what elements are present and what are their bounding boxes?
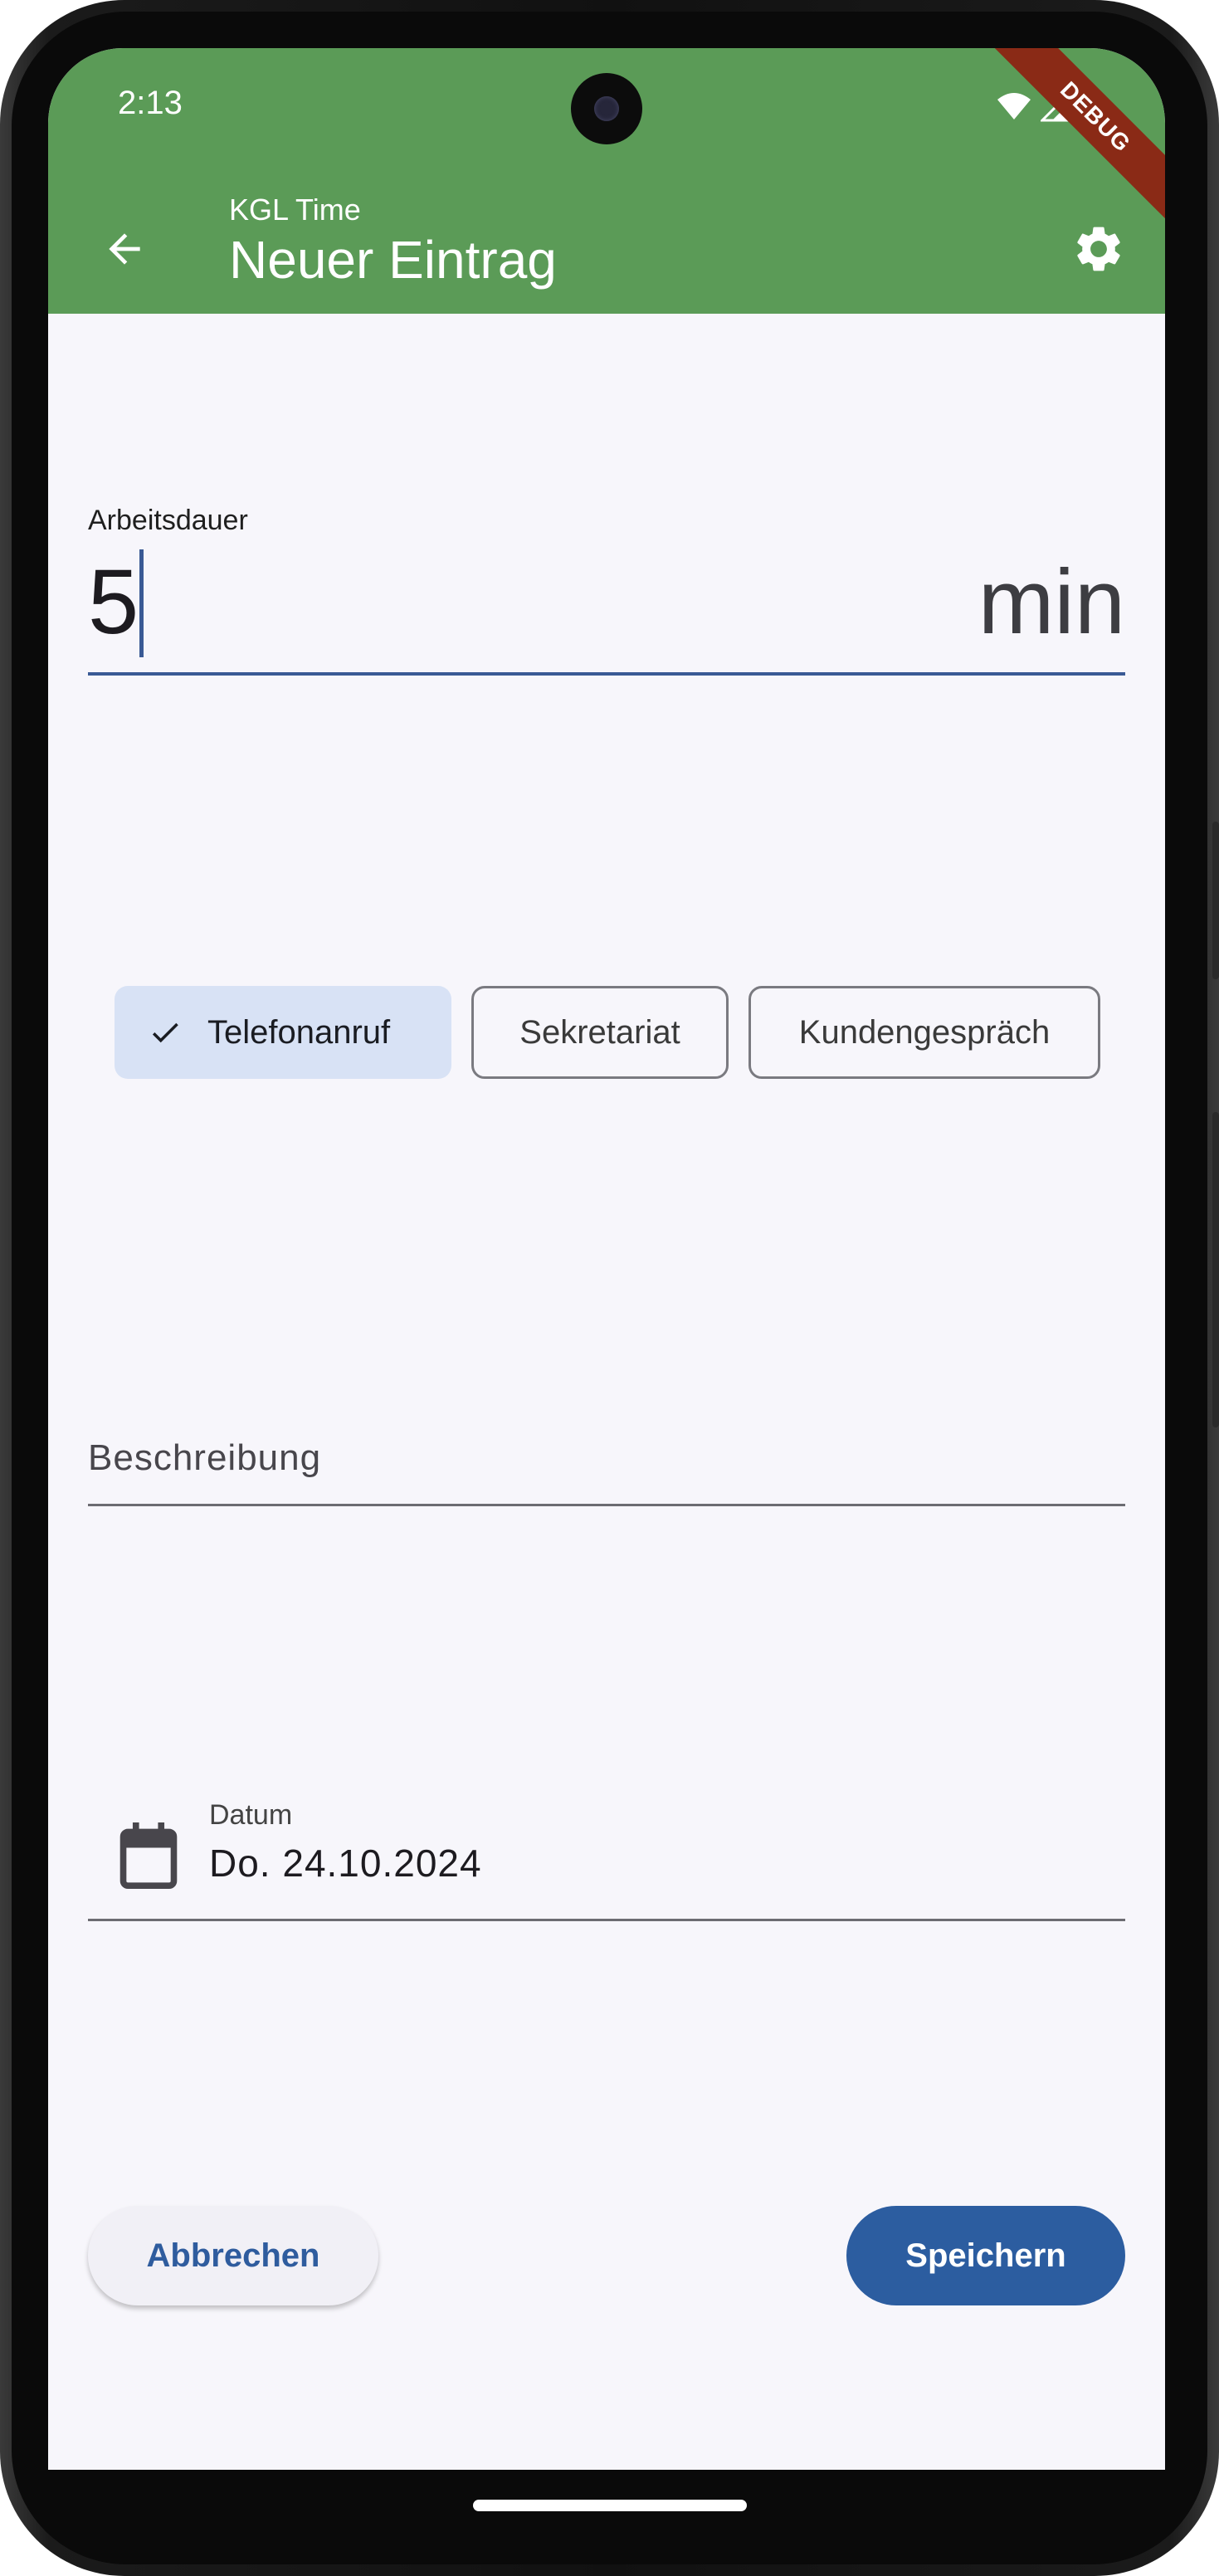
chip-sekretariat[interactable]: Sekretariat [471, 986, 729, 1079]
status-time: 2:13 [118, 85, 183, 121]
app-screen: 2:13 DEBUG KGL Time Neuer Eintrag Arbeit… [48, 48, 1165, 2470]
gear-icon [1077, 227, 1120, 271]
description-underline [88, 1504, 1125, 1506]
save-button[interactable]: Speichern [846, 2206, 1125, 2305]
front-camera [571, 73, 642, 144]
duration-underline [88, 672, 1125, 676]
chip-telefonanruf[interactable]: Telefonanruf [115, 986, 451, 1079]
cancel-button[interactable]: Abbrechen [88, 2206, 378, 2305]
chip-label: Telefonanruf [207, 1013, 391, 1051]
duration-value[interactable]: 5 [88, 546, 139, 659]
chip-kundengespraech[interactable]: Kundengespräch [748, 986, 1100, 1079]
check-icon [148, 1015, 183, 1050]
page-title: Neuer Eintrag [229, 230, 557, 290]
date-label: Datum [209, 1799, 293, 1831]
wifi-icon [997, 93, 1031, 120]
calendar-icon [119, 1822, 178, 1889]
date-underline [88, 1919, 1125, 1921]
app-bar: 2:13 DEBUG KGL Time Neuer Eintrag [48, 48, 1165, 314]
power-button [1212, 1112, 1219, 1427]
chip-label: Sekretariat [519, 1013, 680, 1051]
duration-unit: min [978, 551, 1125, 653]
gesture-nav-handle[interactable] [473, 2500, 747, 2511]
chip-label: Kundengespräch [798, 1013, 1051, 1051]
duration-label: Arbeitsdauer [88, 505, 248, 536]
text-cursor [139, 549, 144, 657]
debug-banner: DEBUG [991, 48, 1165, 222]
app-name: KGL Time [229, 193, 361, 227]
description-placeholder[interactable]: Beschreibung [88, 1437, 321, 1479]
phone-frame: 2:13 DEBUG KGL Time Neuer Eintrag Arbeit… [0, 0, 1219, 2576]
arrow-back-icon [109, 233, 140, 265]
date-value[interactable]: Do. 24.10.2024 [209, 1841, 482, 1886]
back-button[interactable] [90, 214, 159, 284]
settings-button[interactable] [1064, 214, 1134, 284]
volume-button [1212, 822, 1219, 979]
